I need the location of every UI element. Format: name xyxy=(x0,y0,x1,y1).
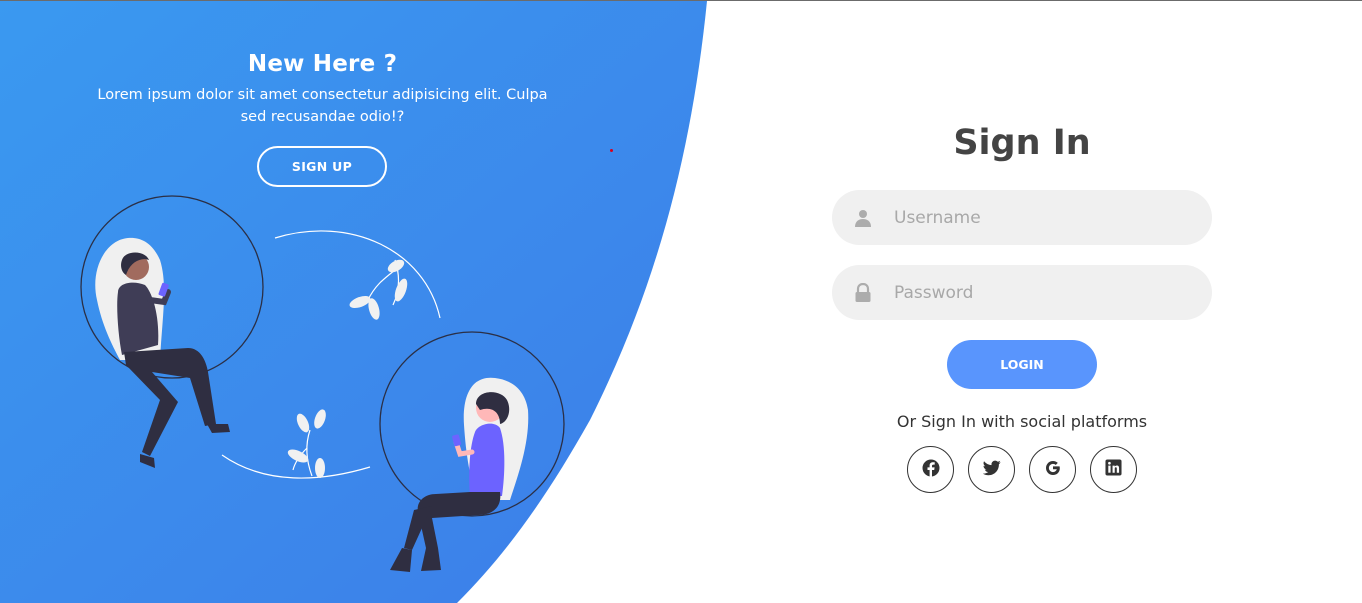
social-icons-row xyxy=(907,446,1137,493)
lock-icon xyxy=(832,282,894,303)
password-input[interactable] xyxy=(894,282,1194,303)
linkedin-icon xyxy=(1105,459,1122,480)
login-button[interactable]: LOGIN xyxy=(947,340,1097,389)
twitter-button[interactable] xyxy=(968,446,1015,493)
facebook-button[interactable] xyxy=(907,446,954,493)
social-platforms-text: Or Sign In with social platforms xyxy=(896,412,1148,431)
twitter-icon xyxy=(982,460,1001,480)
password-field[interactable] xyxy=(832,265,1212,320)
username-field[interactable] xyxy=(832,190,1212,245)
red-dot-marker xyxy=(610,149,613,152)
google-button[interactable] xyxy=(1029,446,1076,493)
facebook-icon xyxy=(922,459,940,481)
sign-in-title: Sign In xyxy=(953,123,1091,163)
user-icon xyxy=(832,209,894,227)
linkedin-button[interactable] xyxy=(1090,446,1137,493)
google-icon xyxy=(1044,459,1062,481)
username-input[interactable] xyxy=(894,207,1194,228)
people-illustration xyxy=(80,195,565,572)
